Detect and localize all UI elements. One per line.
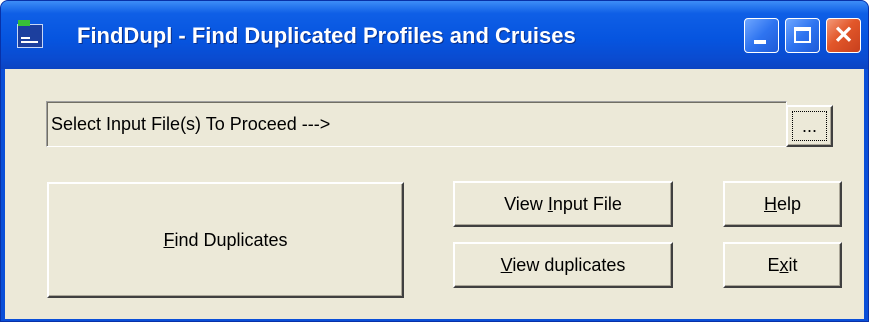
view-input-file-label: View Input File [504,193,622,214]
app-icon[interactable] [17,20,43,48]
focus-rectangle [792,111,827,141]
minimize-icon [754,40,766,44]
client-area: Select Input File(s) To Proceed ---> ...… [5,69,864,319]
minimize-button[interactable] [744,18,779,53]
maximize-button[interactable] [785,18,820,53]
app-window: FindDupl - Find Duplicated Profiles and … [0,0,869,322]
title-bar[interactable]: FindDupl - Find Duplicated Profiles and … [1,1,868,69]
view-duplicates-label: View duplicates [500,254,626,275]
find-duplicates-button[interactable]: Find Duplicates [47,182,404,298]
help-label: Help [763,193,802,214]
input-file-prompt: Select Input File(s) To Proceed ---> [51,114,331,134]
browse-button[interactable]: ... [786,105,833,147]
exit-label: Exit [767,254,798,275]
view-duplicates-button[interactable]: View duplicates [453,242,673,288]
exit-button[interactable]: Exit [723,242,842,288]
input-file-field[interactable]: Select Input File(s) To Proceed ---> [46,101,787,147]
close-button[interactable]: ✕ [826,18,861,53]
find-duplicates-label: Find Duplicates [163,229,288,250]
help-button[interactable]: Help [723,181,842,227]
maximize-icon [794,27,811,43]
window-title: FindDupl - Find Duplicated Profiles and … [77,23,576,48]
view-input-file-button[interactable]: View Input File [453,181,673,227]
close-icon: ✕ [833,22,854,49]
